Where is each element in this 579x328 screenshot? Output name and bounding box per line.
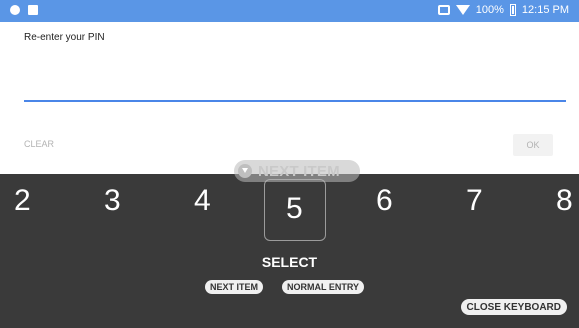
digit-key-7[interactable]: 7	[466, 184, 483, 218]
next-item-icon	[238, 164, 252, 178]
digit-key-5[interactable]: 5	[286, 192, 303, 226]
clear-button[interactable]: CLEAR	[24, 139, 54, 149]
digit-key-3[interactable]: 3	[104, 184, 121, 218]
status-bar-left	[10, 5, 38, 15]
notification-square-icon	[28, 5, 38, 15]
pin-dialog-title: Re-enter your PIN	[24, 32, 105, 43]
notification-dot-icon	[10, 5, 20, 15]
next-item-overlay[interactable]: NEXT ITEM	[234, 160, 360, 182]
select-label: SELECT	[261, 254, 318, 270]
digit-key-2[interactable]: 2	[14, 184, 31, 218]
close-keyboard-button[interactable]: CLOSE KEYBOARD	[460, 299, 567, 315]
next-item-overlay-label: NEXT ITEM	[258, 162, 340, 180]
pin-input-underline[interactable]	[24, 100, 566, 102]
ok-button[interactable]: OK	[513, 134, 553, 156]
digit-key-8[interactable]: 8	[556, 184, 573, 218]
normal-entry-button[interactable]: NORMAL ENTRY	[282, 280, 364, 294]
digit-key-4[interactable]: 4	[194, 184, 211, 218]
status-bar: 100% 12:15 PM	[0, 0, 579, 22]
clock: 12:15 PM	[521, 4, 569, 16]
next-item-button[interactable]: NEXT ITEM	[205, 280, 264, 294]
status-bar-right: 100% 12:15 PM	[437, 4, 569, 16]
switch-keyboard: 2 3 4 5 6 7 8 SELECT NEXT ITEM NORMAL EN…	[0, 174, 579, 328]
battery-icon	[509, 4, 516, 16]
digit-key-6[interactable]: 6	[376, 184, 393, 218]
wifi-icon	[455, 5, 470, 15]
cast-icon	[437, 5, 450, 15]
battery-percent: 100%	[475, 4, 504, 16]
